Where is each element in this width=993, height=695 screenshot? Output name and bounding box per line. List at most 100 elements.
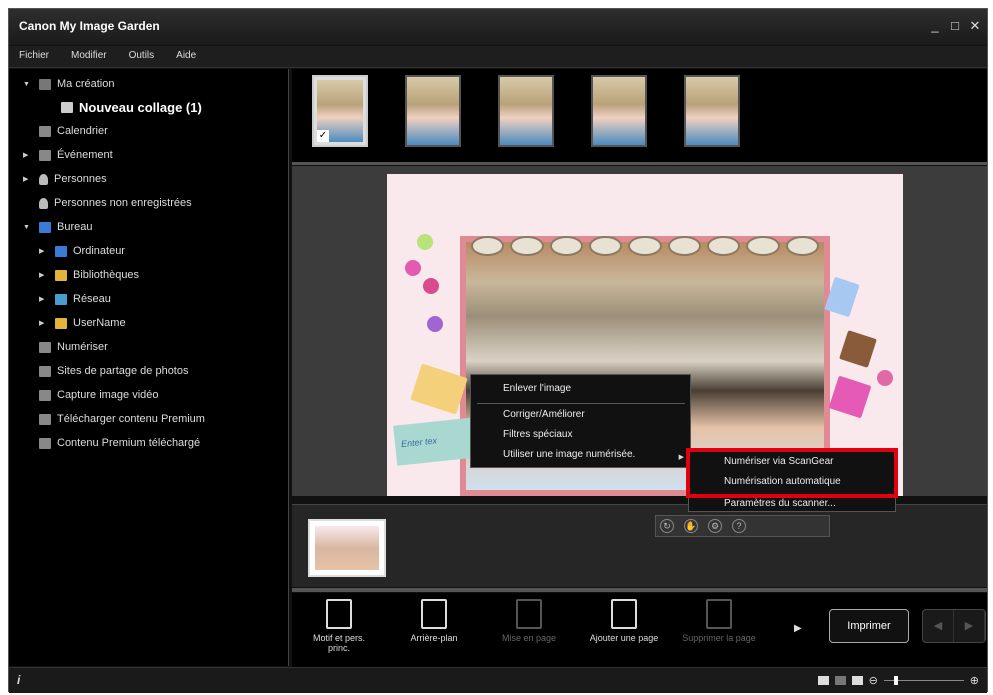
computer-icon (55, 245, 67, 257)
user-folder-icon (55, 317, 67, 329)
zoom-controls: ⊖ ⊕ (817, 674, 979, 687)
checkmark-icon: ✓ (317, 130, 329, 142)
tree-item-label: Bureau (57, 221, 93, 233)
menu-tools[interactable]: Outils (129, 46, 167, 67)
bottom-toolbar: Motif et pers. princ. Arrière-plan Mise … (292, 593, 987, 667)
menu-edit[interactable]: Modifier (71, 46, 119, 67)
zoom-slider-knob[interactable] (893, 676, 898, 685)
video-capture-icon (39, 389, 51, 401)
single-page-view-icon[interactable] (817, 676, 829, 685)
flower-decoration (423, 278, 439, 294)
page-strip-scrollbar[interactable] (292, 588, 987, 592)
filmstrip-thumbnail[interactable] (684, 75, 740, 147)
tree-item-label: Capture image vidéo (57, 389, 159, 401)
layout-icon (516, 599, 542, 629)
close-button[interactable]: ✕ (969, 18, 981, 34)
tree-item-label: Contenu Premium téléchargé (57, 437, 201, 449)
collage-icon (61, 101, 73, 113)
delete-page-button[interactable]: Supprimer la page (682, 599, 756, 643)
tree-item-label: UserName (73, 317, 126, 329)
more-arrow-icon[interactable]: ▶ (794, 623, 802, 634)
tree-item-label: Ma création (57, 78, 115, 90)
background-icon (421, 599, 447, 629)
menu-item-scanner-settings[interactable]: Paramètres du scanner... (724, 498, 836, 509)
add-page-icon (611, 599, 637, 629)
hand-icon[interactable]: ✋ (684, 519, 698, 533)
filmstrip-scrollbar[interactable] (292, 162, 987, 165)
tree-item-desktop[interactable]: ▼ Bureau (23, 218, 92, 236)
delete-page-icon (706, 599, 732, 629)
person-icon (39, 173, 48, 185)
tree-item-video-capture[interactable]: Capture image vidéo (39, 386, 159, 404)
multi-page-view-icon[interactable] (834, 676, 846, 685)
collapsed-arrow-icon[interactable]: ▶ (39, 295, 49, 303)
button-label: Supprimer la page (682, 633, 756, 643)
minimize-button[interactable]: _ (929, 18, 941, 34)
menu-file[interactable]: Fichier (19, 46, 61, 67)
menu-separator (477, 403, 685, 404)
desktop-icon (39, 221, 51, 233)
status-bar: i ⊖ ⊕ (9, 667, 987, 693)
settings-icon[interactable]: ⚙ (708, 519, 722, 533)
filmstrip-thumbnail[interactable] (498, 75, 554, 147)
tree-item-new-collage[interactable]: Nouveau collage (1) (61, 98, 202, 116)
tree-item-label: Réseau (73, 293, 111, 305)
tree-item-label: Ordinateur (73, 245, 125, 257)
photo-share-icon (39, 365, 51, 377)
flower-decoration (877, 370, 893, 386)
tree-item-label: Sites de partage de photos (57, 365, 189, 377)
tree-item-people[interactable]: ▶ Personnes (23, 170, 107, 188)
collapsed-arrow-icon[interactable]: ▶ (23, 175, 33, 183)
menu-item-correct-enhance[interactable]: Corriger/Améliorer (503, 409, 585, 420)
tree-item-my-creation[interactable]: ▼ Ma création (23, 75, 114, 93)
zoom-in-icon[interactable]: ⊕ (970, 674, 979, 687)
layout-button[interactable]: Mise en page (492, 599, 566, 643)
add-page-button[interactable]: Ajouter une page (587, 599, 661, 643)
expanded-arrow-icon[interactable]: ▼ (23, 81, 33, 88)
tree-item-download-premium[interactable]: Télécharger contenu Premium (39, 410, 205, 428)
page-thumbnail-strip: ↻ ✋ ⚙ ? (292, 504, 987, 587)
title-bar: Canon My Image Garden _ □ ✕ (9, 9, 987, 45)
filmstrip-thumbnail[interactable]: ✓ (312, 75, 368, 147)
print-button[interactable]: Imprimer (829, 609, 909, 643)
tree-item-computer[interactable]: ▶ Ordinateur (39, 242, 125, 260)
fit-view-icon[interactable] (851, 676, 863, 685)
creation-icon (39, 78, 51, 90)
submenu-arrow-icon: ▶ (678, 454, 684, 461)
button-label: Mise en page (501, 633, 557, 643)
filmstrip-thumbnail[interactable] (591, 75, 647, 147)
motif-button[interactable]: Motif et pers. princ. (302, 599, 376, 653)
tree-item-unregistered-people[interactable]: Personnes non enregistrées (39, 194, 192, 212)
expanded-arrow-icon[interactable]: ▼ (23, 224, 33, 231)
tree-item-network[interactable]: ▶ Réseau (39, 290, 111, 308)
background-button[interactable]: Arrière-plan (397, 599, 471, 643)
tree-item-downloaded-premium[interactable]: Contenu Premium téléchargé (39, 434, 200, 452)
menu-item-remove-image[interactable]: Enlever l'image (503, 383, 571, 394)
collapsed-arrow-icon[interactable]: ▶ (39, 271, 49, 279)
menu-item-special-filters[interactable]: Filtres spéciaux (503, 429, 572, 440)
page-navigation: ◀ ▶ (922, 609, 986, 643)
tree-item-scan[interactable]: Numériser (39, 338, 108, 356)
info-icon[interactable]: i (17, 673, 20, 687)
next-arrow-icon[interactable]: ▶ (954, 610, 985, 642)
menu-item-use-scanned-image[interactable]: Utiliser une image numérisée. (503, 449, 635, 460)
motif-icon (326, 599, 352, 629)
tree-item-libraries[interactable]: ▶ Bibliothèques (39, 266, 139, 284)
maximize-button[interactable]: □ (949, 18, 961, 34)
rotate-icon[interactable]: ↻ (660, 519, 674, 533)
collapsed-arrow-icon[interactable]: ▶ (23, 151, 33, 159)
collapsed-arrow-icon[interactable]: ▶ (39, 247, 49, 255)
previous-arrow-icon[interactable]: ◀ (923, 610, 954, 642)
menu-help[interactable]: Aide (176, 46, 208, 67)
tree-item-calendar[interactable]: Calendrier (39, 122, 108, 140)
collapsed-arrow-icon[interactable]: ▶ (39, 319, 49, 327)
tree-item-username[interactable]: ▶ UserName (39, 314, 126, 332)
tree-item-photo-sharing[interactable]: Sites de partage de photos (39, 362, 188, 380)
zoom-out-icon[interactable]: ⊖ (869, 674, 878, 687)
photo-thumbnail (407, 77, 459, 145)
filmstrip-thumbnail[interactable] (405, 75, 461, 147)
tree-item-event[interactable]: ▶ Événement (23, 146, 113, 164)
help-icon[interactable]: ? (732, 519, 746, 533)
zoom-slider[interactable] (883, 676, 964, 685)
page-thumbnail[interactable] (308, 519, 386, 577)
